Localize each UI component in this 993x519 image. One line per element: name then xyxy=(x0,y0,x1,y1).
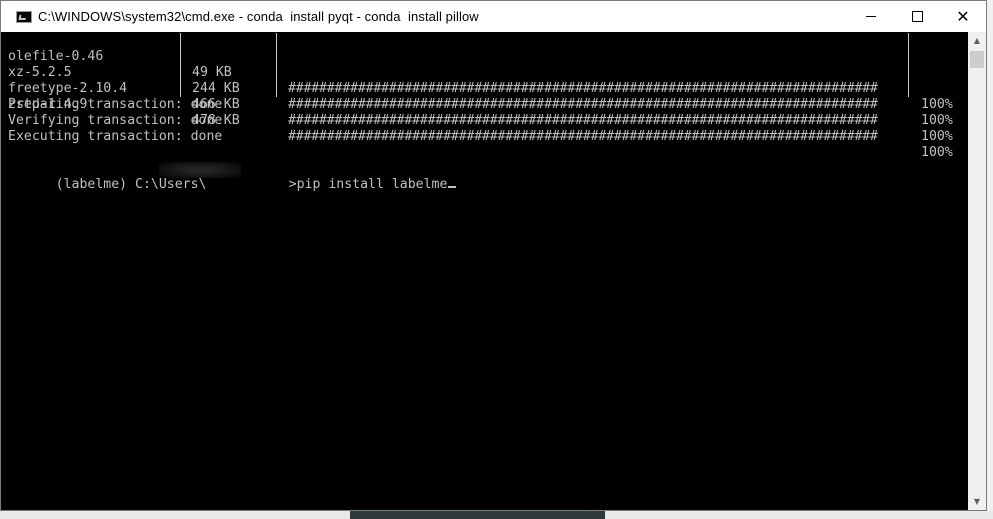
scrollbar-thumb[interactable] xyxy=(970,51,984,68)
text-cursor xyxy=(448,186,457,188)
column-separator xyxy=(276,33,277,97)
prompt-prefix: (labelme) C:\Users\ xyxy=(55,177,207,192)
window-title: C:\WINDOWS\system32\cmd.exe - conda inst… xyxy=(38,9,479,24)
close-icon: ✕ xyxy=(956,6,970,26)
window-controls: ✕ xyxy=(848,1,986,32)
background-window-fragment xyxy=(350,511,605,519)
close-button[interactable]: ✕ xyxy=(940,1,986,32)
package-size: 244 KB xyxy=(192,81,240,96)
vertical-scrollbar[interactable]: ▲ ▼ xyxy=(968,32,986,510)
redacted-username xyxy=(159,162,241,178)
column-separator xyxy=(180,33,181,97)
package-percent: 100% xyxy=(921,129,953,144)
package-row: zstd-1.4.9 478 KB ######################… xyxy=(8,81,953,160)
progress-bar-text: ########################################… xyxy=(288,81,878,96)
package-percent: 100% xyxy=(921,145,953,160)
cmd-window: C:\WINDOWS\system32\cmd.exe - conda inst… xyxy=(0,0,987,511)
maximize-icon xyxy=(911,11,923,22)
title-bar[interactable]: C:\WINDOWS\system32\cmd.exe - conda inst… xyxy=(1,1,986,32)
progress-bar-text: ########################################… xyxy=(288,129,878,144)
package-row: freetype-2.10.4 466 KB #################… xyxy=(8,65,953,144)
console-output[interactable]: olefile-0.46 49 KB #####################… xyxy=(1,32,968,510)
status-line: Preparing transaction: done xyxy=(8,97,223,112)
status-line: Executing transaction: done xyxy=(8,129,223,144)
column-separator xyxy=(908,33,909,97)
progress-bar-text: ########################################… xyxy=(288,113,878,128)
package-row: xz-5.2.5 244 KB ########################… xyxy=(8,49,953,128)
package-percent: 100% xyxy=(921,113,953,128)
scroll-up-arrow-icon: ▲ xyxy=(973,36,981,45)
maximize-button[interactable] xyxy=(894,1,940,32)
scroll-up-button[interactable]: ▲ xyxy=(968,32,986,49)
progress-bar-text: ########################################… xyxy=(288,97,878,112)
package-row: olefile-0.46 49 KB #####################… xyxy=(8,33,953,112)
command-text: >pip install labelme xyxy=(288,177,448,192)
package-size: 49 KB xyxy=(192,65,232,80)
package-percent: 100% xyxy=(921,97,953,112)
cmd-app-icon[interactable] xyxy=(16,10,32,23)
minimize-button[interactable] xyxy=(848,1,894,32)
command-input[interactable]: >pip install labelme xyxy=(241,161,457,192)
minimize-icon xyxy=(866,16,876,17)
status-line: Verifying transaction: done xyxy=(8,113,223,128)
scroll-down-button[interactable]: ▼ xyxy=(968,493,986,510)
scroll-down-arrow-icon: ▼ xyxy=(973,497,981,506)
